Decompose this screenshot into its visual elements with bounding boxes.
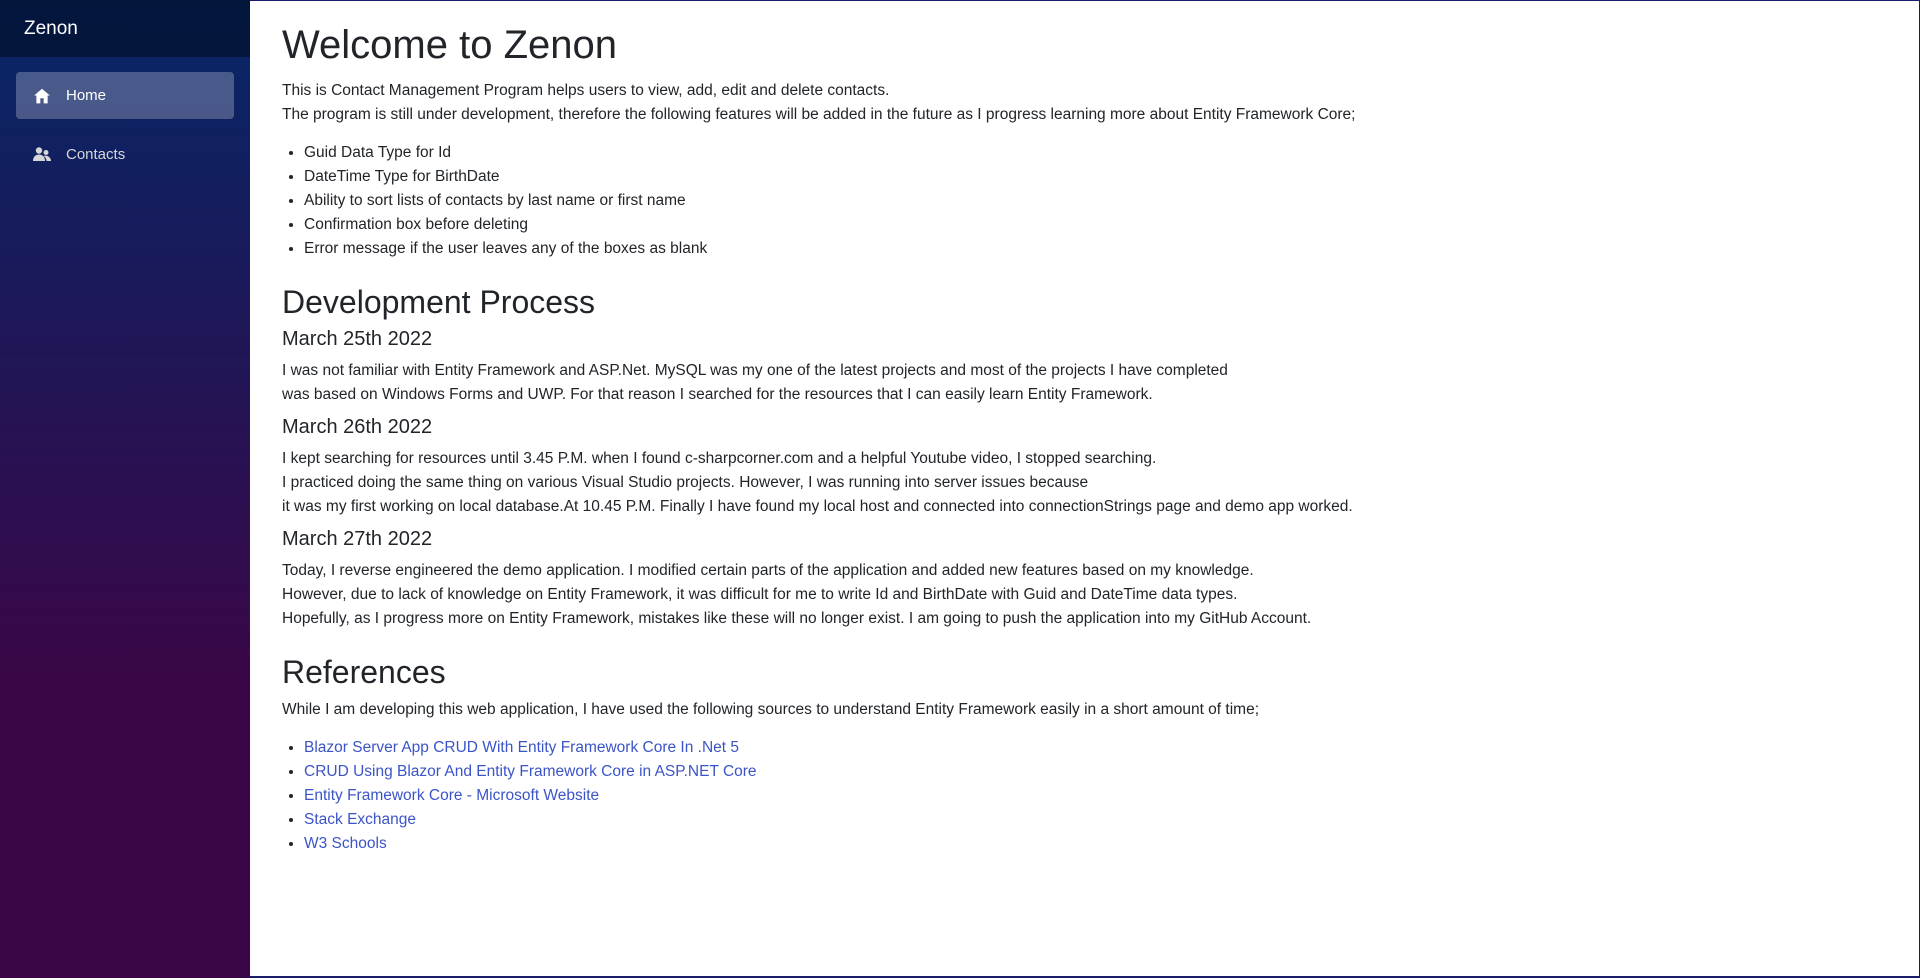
dev-entry-line: Hopefully, as I progress more on Entity …: [282, 610, 1312, 628]
dev-entry-line: I was not familiar with Entity Framework…: [282, 362, 1228, 380]
nav-menu: Home Contacts: [0, 57, 250, 178]
list-item: Entity Framework Core - Microsoft Websit…: [304, 784, 1887, 808]
section-heading-development: Development Process: [282, 284, 596, 320]
reference-link[interactable]: CRUD Using Blazor And Entity Framework C…: [304, 763, 757, 780]
home-icon: [32, 86, 52, 106]
main-content: Welcome to Zenon This is Contact Managem…: [250, 0, 1920, 978]
reference-link[interactable]: W3 Schools: [304, 835, 387, 852]
list-item: W3 Schools: [304, 832, 1887, 856]
dev-entry: March 26th 2022 I kept searching for res…: [282, 415, 1887, 519]
list-item: Blazor Server App CRUD With Entity Frame…: [304, 736, 1887, 760]
nav-item-label: Home: [66, 87, 107, 104]
reference-link[interactable]: Blazor Server App CRUD With Entity Frame…: [304, 739, 739, 756]
dev-entry: March 27th 2022 Today, I reverse enginee…: [282, 527, 1887, 631]
top-bar: Zenon: [0, 0, 250, 57]
dev-entry: March 25th 2022 I was not familiar with …: [282, 327, 1887, 407]
intro-text: This is Contact Management Program helps…: [282, 79, 1887, 127]
dev-entry-line: I kept searching for resources until 3.4…: [282, 450, 1157, 468]
section-heading-references: References: [282, 654, 446, 691]
reference-link[interactable]: Entity Framework Core - Microsoft Websit…: [304, 787, 599, 804]
list-item: Ability to sort lists of contacts by las…: [304, 189, 1887, 213]
dev-entry-date: March 25th 2022: [282, 328, 433, 351]
nav-item-home[interactable]: Home: [16, 72, 234, 119]
list-item: Error message if the user leaves any of …: [304, 237, 1887, 261]
sidebar: Zenon Home Contacts: [0, 0, 250, 978]
list-item: Confirmation box before deleting: [304, 213, 1887, 237]
nav-item-contacts[interactable]: Contacts: [16, 131, 234, 178]
dev-entry-line: it was my first working on local databas…: [282, 498, 1353, 516]
list-item: Guid Data Type for Id: [304, 141, 1887, 165]
people-icon: [32, 145, 52, 165]
reference-list: Blazor Server App CRUD With Entity Frame…: [304, 736, 1887, 856]
dev-entry-date: March 27th 2022: [282, 528, 433, 551]
feature-list: Guid Data Type for Id DateTime Type for …: [304, 141, 1887, 261]
dev-entry-line: Today, I reverse engineered the demo app…: [282, 562, 1254, 580]
nav-item-label: Contacts: [66, 146, 126, 163]
dev-entry-line: However, due to lack of knowledge on Ent…: [282, 586, 1238, 604]
list-item: DateTime Type for BirthDate: [304, 165, 1887, 189]
references-intro: While I am developing this web applicati…: [282, 700, 1259, 718]
brand-link[interactable]: Zenon: [24, 18, 78, 40]
intro-line: The program is still under development, …: [282, 106, 1356, 123]
dev-entry-date: March 26th 2022: [282, 416, 433, 439]
list-item: Stack Exchange: [304, 808, 1887, 832]
list-item: CRUD Using Blazor And Entity Framework C…: [304, 760, 1887, 784]
intro-line: This is Contact Management Program helps…: [282, 82, 890, 99]
reference-link[interactable]: Stack Exchange: [304, 811, 416, 828]
dev-entry-line: was based on Windows Forms and UWP. For …: [282, 386, 1153, 404]
page-title: Welcome to Zenon: [282, 23, 617, 67]
dev-entry-line: I practiced doing the same thing on vari…: [282, 474, 1089, 492]
